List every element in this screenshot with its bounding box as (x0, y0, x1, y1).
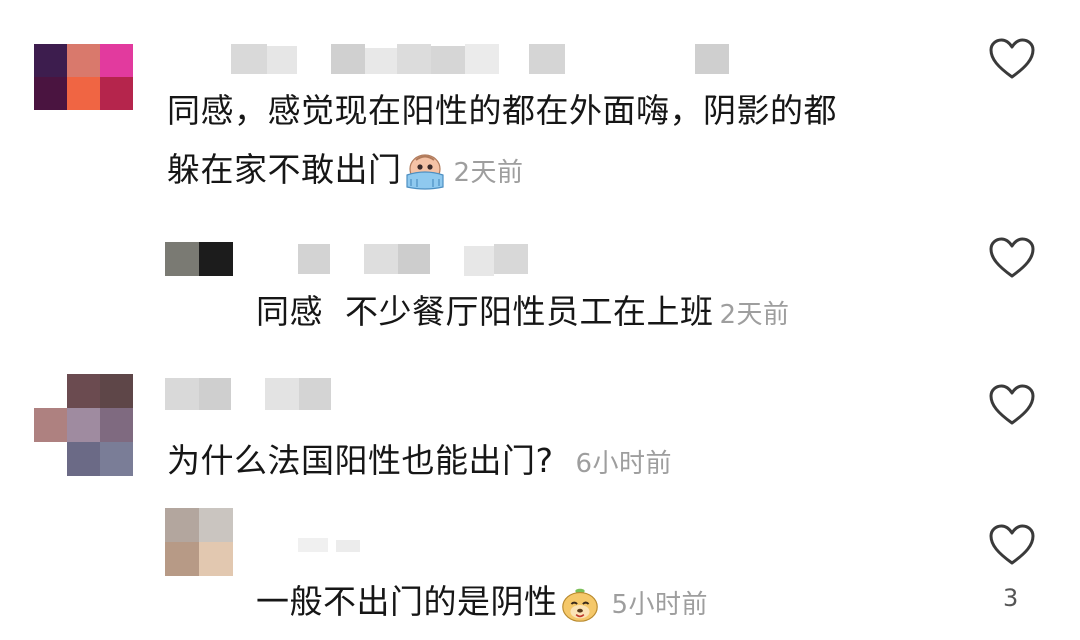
comment-time: 2天前 (453, 157, 524, 188)
like-heart-icon[interactable] (988, 37, 1036, 81)
comment-text: 同感，感觉现在阳性的都在外面嗨，阴影的都 躲在家不敢出门 2天前 (167, 82, 837, 199)
avatar[interactable] (34, 374, 133, 476)
like-heart-icon[interactable] (988, 236, 1036, 280)
comment-time: 5小时前 (611, 590, 709, 620)
username-blurred[interactable] (165, 38, 735, 76)
username-blurred[interactable] (165, 374, 365, 414)
like-heart-icon[interactable] (988, 523, 1036, 567)
comment-text-line-1: 一般不出门的是阴性 (256, 582, 558, 621)
avatar[interactable] (165, 242, 233, 276)
like-heart-icon[interactable] (988, 383, 1036, 427)
comment-time: 2天前 (719, 300, 790, 330)
like-count: 3 (1003, 584, 1019, 612)
comment-time: 6小时前 (575, 449, 673, 479)
crying-face-emoji-icon (405, 154, 444, 190)
comment-text: 为什么法国阳性也能出门? 6小时前 (167, 432, 672, 491)
comment-text: 一般不出门的是阴性 5小时前 (256, 573, 708, 632)
comment-text-line-1: 为什么法国阳性也能出门? (167, 441, 554, 480)
username-blurred[interactable] (258, 238, 538, 278)
avatar[interactable] (165, 508, 233, 576)
comment-text-line-1: 同感 不少餐厅阳性员工在上班 (256, 292, 714, 331)
username-blurred[interactable] (258, 530, 378, 560)
comment-text-line-2: 躲在家不敢出门 2天前 (167, 141, 837, 200)
comment-text-line-1: 同感，感觉现在阳性的都在外面嗨，阴影的都 (167, 91, 837, 130)
avatar[interactable] (34, 44, 133, 110)
comment-text: 同感 不少餐厅阳性员工在上班 2天前 (256, 283, 790, 342)
smiling-face-emoji-icon (561, 588, 598, 622)
comment-text-line-2-text: 躲在家不敢出门 (167, 149, 402, 189)
